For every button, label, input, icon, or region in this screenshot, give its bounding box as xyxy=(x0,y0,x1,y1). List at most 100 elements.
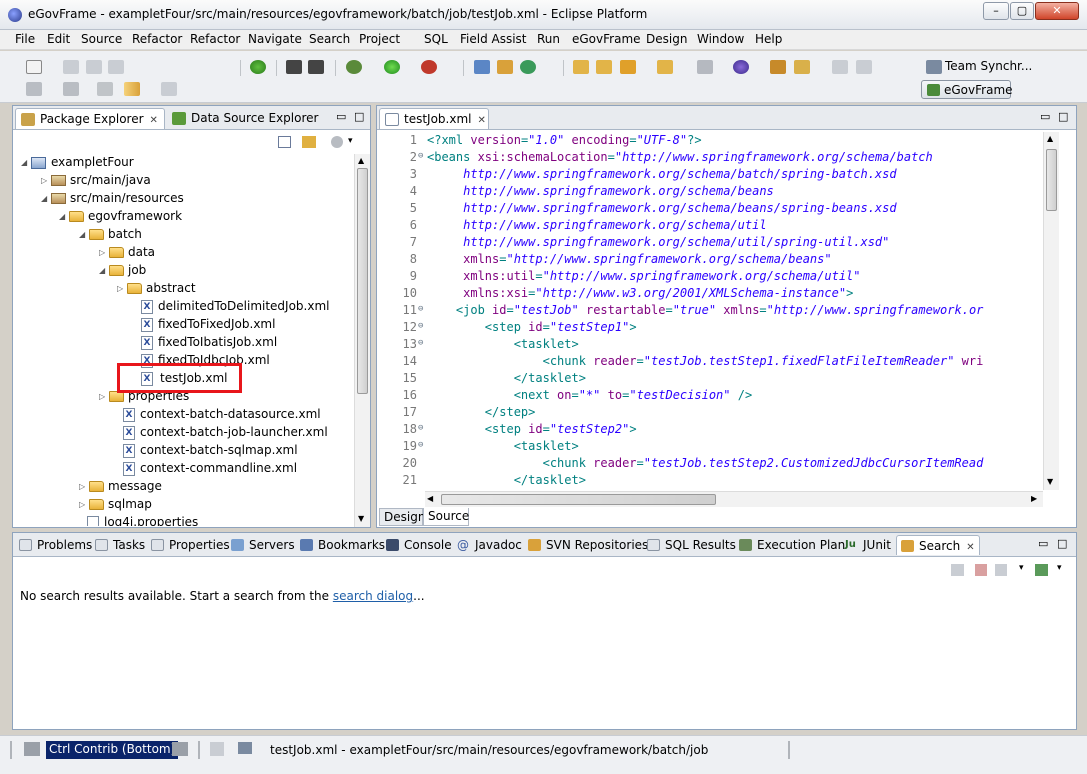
expanded-arrow-icon[interactable]: ◢ xyxy=(59,212,69,221)
collapsed-arrow-icon[interactable]: ▷ xyxy=(79,500,89,509)
menu-field-assist[interactable]: Field Assist xyxy=(460,32,527,46)
code-line[interactable]: </tasklet> xyxy=(427,371,586,385)
close-editor-icon[interactable]: ✕ xyxy=(477,115,485,126)
scroll-right-icon[interactable]: ▶ xyxy=(1031,494,1037,503)
fast-view-icon[interactable] xyxy=(210,742,224,756)
open-resource-icon[interactable] xyxy=(657,60,673,74)
tab-svn-repositories[interactable]: SVN Repositories xyxy=(524,535,652,555)
collapsed-arrow-icon[interactable]: ▷ xyxy=(41,176,51,185)
tab-bookmarks[interactable]: Bookmarks xyxy=(296,535,389,555)
tree-item[interactable]: XdelimitedToDelimitedJob.xml xyxy=(131,299,330,317)
external-tools-icon[interactable] xyxy=(421,60,437,74)
tab-sql-results[interactable]: SQL Results xyxy=(643,535,740,555)
fold-toggle-icon[interactable]: ⊖ xyxy=(418,423,423,433)
expanded-arrow-icon[interactable]: ◢ xyxy=(99,266,109,275)
scroll-up-icon[interactable]: ▲ xyxy=(358,156,364,165)
tab-console[interactable]: Console xyxy=(382,535,456,555)
task-icon[interactable] xyxy=(794,60,810,74)
code-line[interactable]: http://www.springframework.org/schema/be… xyxy=(427,201,897,215)
minimize-button[interactable]: – xyxy=(983,2,1009,20)
bottom-view-menu-icon[interactable]: ▾ xyxy=(1057,563,1062,573)
design-tab[interactable]: Design xyxy=(379,508,425,526)
code-line[interactable]: http://www.springframework.org/schema/be… xyxy=(427,184,774,198)
debug-icon[interactable] xyxy=(346,60,362,74)
tree-item[interactable]: Xcontext-batch-datasource.xml xyxy=(113,407,321,425)
perspective-team-synchronizing[interactable]: Team Synchr... xyxy=(945,59,1032,73)
pin-view-icon[interactable] xyxy=(1035,564,1048,576)
tree-scroll-thumb[interactable] xyxy=(357,168,368,394)
source-tab[interactable]: Source xyxy=(423,508,469,526)
link-with-editor-icon[interactable] xyxy=(302,136,316,148)
back-arrow-icon[interactable] xyxy=(124,82,140,96)
disabled-copy-icon[interactable] xyxy=(856,60,872,74)
prev-annotation-icon[interactable] xyxy=(63,82,79,96)
maximize-bottom-icon[interactable]: □ xyxy=(1057,537,1067,550)
contrib-pen-icon[interactable] xyxy=(24,742,40,756)
collapsed-arrow-icon[interactable]: ▷ xyxy=(79,482,89,491)
tab-javadoc[interactable]: @ Javadoc xyxy=(453,535,526,555)
code-line[interactable]: </tasklet> xyxy=(427,473,586,487)
tab-properties[interactable]: Properties xyxy=(147,535,234,555)
collapsed-arrow-icon[interactable]: ▷ xyxy=(99,248,109,257)
menu-project[interactable]: Project xyxy=(359,32,400,46)
menu-edit[interactable]: Edit xyxy=(47,32,70,46)
editor-horizontal-scrollbar[interactable]: ◀ ▶ xyxy=(425,491,1043,507)
code-line[interactable]: <step id="testStep2"> xyxy=(427,422,637,436)
close-search-tab-icon[interactable]: ✕ xyxy=(966,542,974,553)
tree-item[interactable]: ◢ job xyxy=(99,263,146,281)
menu-refactor-2[interactable]: Refactor xyxy=(190,32,240,46)
menu-file[interactable]: File xyxy=(15,32,35,46)
next-annotation-icon[interactable] xyxy=(26,82,42,96)
minimize-bottom-icon[interactable]: ▭ xyxy=(1038,537,1048,550)
code-line[interactable]: http://www.springframework.org/schema/ut… xyxy=(427,235,889,249)
fold-toggle-icon[interactable]: ⊖ xyxy=(418,151,423,161)
editor-scroll-up-icon[interactable]: ▲ xyxy=(1047,134,1053,143)
tree-item[interactable]: XfixedToFixedJob.xml xyxy=(131,317,275,335)
new-package-icon[interactable] xyxy=(497,60,513,74)
toggle-icon[interactable] xyxy=(250,60,266,74)
fold-toggle-icon[interactable]: ⊖ xyxy=(418,338,423,348)
code-line[interactable]: <?xml version="1.0" encoding="UTF-8"?> xyxy=(427,133,702,147)
code-line[interactable]: <job id="testJob" restartable="true" xml… xyxy=(427,303,984,317)
save-all-icon[interactable] xyxy=(86,60,102,74)
disabled-save-icon[interactable] xyxy=(832,60,848,74)
forward-arrow-icon[interactable] xyxy=(161,82,177,96)
save-icon[interactable] xyxy=(63,60,79,74)
fold-toggle-icon[interactable]: ⊖ xyxy=(418,440,423,450)
open-folder-icon[interactable] xyxy=(596,60,612,74)
tree-item[interactable]: Xcontext-commandline.xml xyxy=(113,461,297,479)
print-icon[interactable] xyxy=(108,60,124,74)
code-line[interactable]: <next on="*" to="testDecision" /> xyxy=(427,388,753,402)
menu-help[interactable]: Help xyxy=(755,32,782,46)
menu-search[interactable]: Search xyxy=(309,32,350,46)
fold-toggle-icon[interactable]: ⊖ xyxy=(418,321,423,331)
run-icon[interactable] xyxy=(384,60,400,74)
expanded-arrow-icon[interactable]: ◢ xyxy=(41,194,51,203)
code-line[interactable]: xmlns:xsi="http://www.w3.org/2001/XMLSch… xyxy=(427,286,853,300)
fold-toggle-icon[interactable]: ⊖ xyxy=(418,304,423,314)
annotation-icon[interactable] xyxy=(770,60,786,74)
pin-icon[interactable] xyxy=(697,60,713,74)
collapsed-arrow-icon[interactable]: ▷ xyxy=(99,392,109,401)
run-agent-icon[interactable] xyxy=(286,60,302,74)
perspective-egovframe[interactable]: eGovFrame xyxy=(921,80,1013,99)
collapse-all-icon[interactable] xyxy=(278,136,291,148)
code-line[interactable]: <chunk reader="testJob.testStep2.Customi… xyxy=(427,456,984,470)
tab-search[interactable]: Search ✕ xyxy=(896,535,980,555)
tree-item[interactable]: ◢ batch xyxy=(79,227,142,245)
menu-design[interactable]: Design xyxy=(646,32,687,46)
last-edit-icon[interactable] xyxy=(97,82,113,96)
editor-scroll-thumb[interactable] xyxy=(1046,149,1057,211)
search-history-icon[interactable] xyxy=(995,564,1007,576)
editor-vertical-scrollbar[interactable]: ▲ ▼ xyxy=(1043,132,1059,490)
search-dialog-link[interactable]: search dialog xyxy=(333,589,413,603)
tree-item[interactable]: ▷ sqlmap xyxy=(79,497,152,515)
tree-item[interactable]: ◢ egovframework xyxy=(59,209,182,227)
tab-data-source-explorer[interactable]: Data Source Explorer xyxy=(167,108,318,129)
scroll-down-icon[interactable]: ▼ xyxy=(358,514,364,523)
scroll-left-icon[interactable]: ◀ xyxy=(427,494,433,503)
tree-item[interactable]: ▷ message xyxy=(79,479,162,497)
minimize-editor-icon[interactable]: ▭ xyxy=(1040,110,1050,123)
editor-scroll-down-icon[interactable]: ▼ xyxy=(1047,477,1053,486)
new-server-icon[interactable] xyxy=(474,60,490,74)
